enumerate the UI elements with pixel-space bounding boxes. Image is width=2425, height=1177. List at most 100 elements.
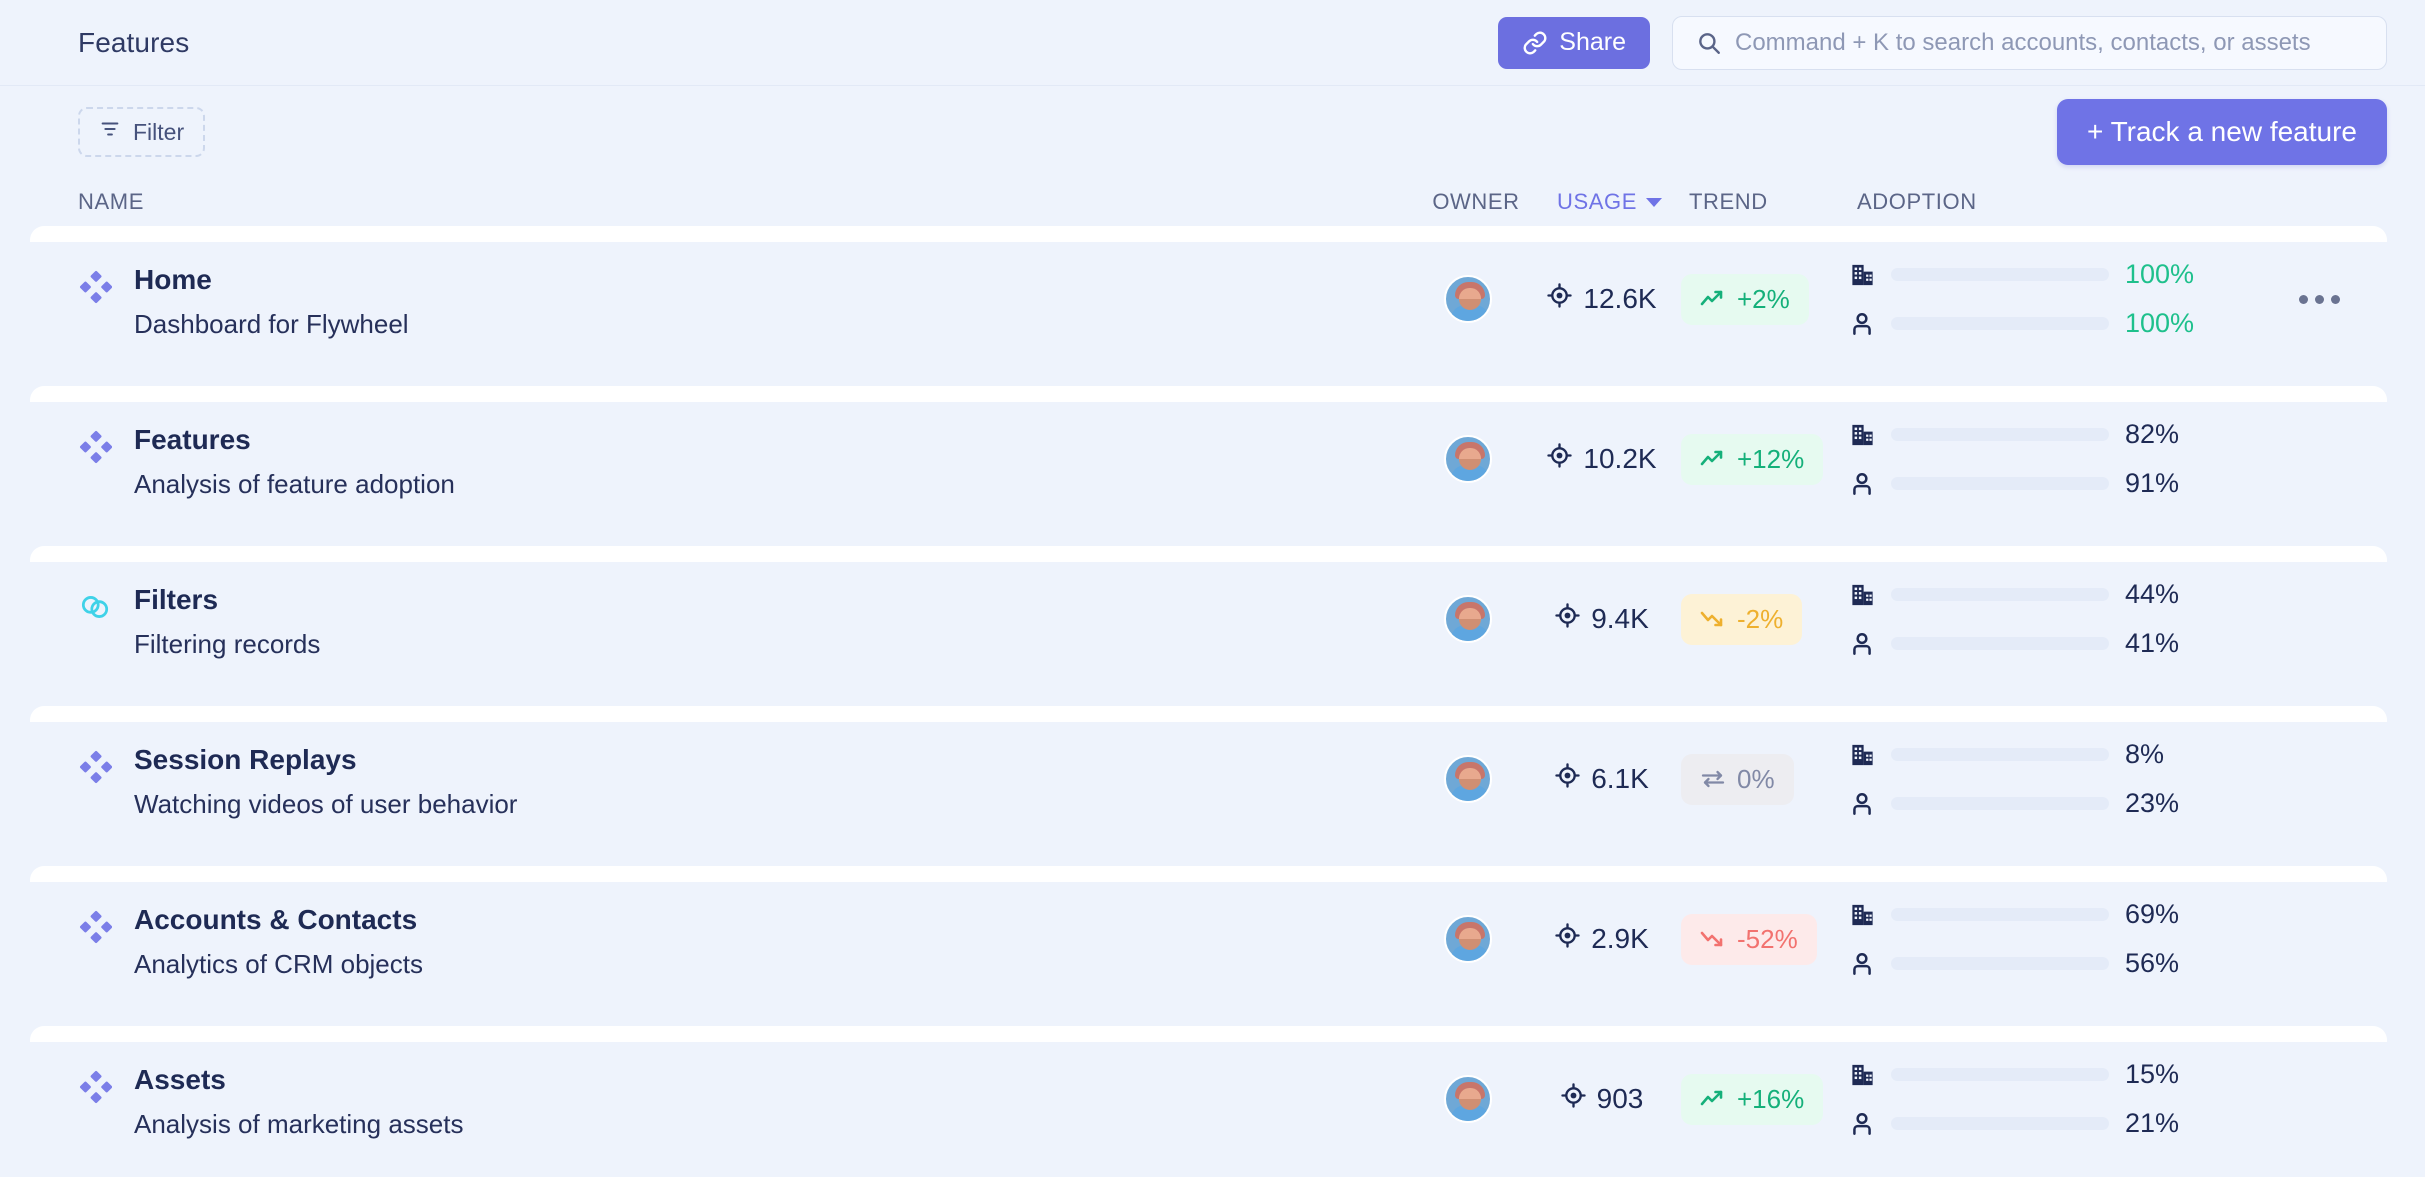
table-row[interactable]: Accounts & Contacts Analytics of CRM obj… xyxy=(30,866,2387,1012)
search-box[interactable] xyxy=(1672,15,2387,70)
adoption-bar-track xyxy=(1891,957,2109,970)
avatar[interactable] xyxy=(1444,275,1492,323)
adoption-metric: 8% xyxy=(1849,739,2259,770)
avatar[interactable] xyxy=(1444,755,1492,803)
adoption-percent: 91% xyxy=(2125,468,2180,498)
adoption-percent: 82% xyxy=(2125,419,2180,449)
toolbar: Filter + Track a new feature xyxy=(0,86,2425,178)
feature-name-cell[interactable]: Accounts & Contacts Analytics of CRM obj… xyxy=(78,898,1402,980)
usage-cell: 9.4K xyxy=(1534,602,1669,636)
trend-up-icon xyxy=(1700,288,1726,310)
avatar[interactable] xyxy=(1444,435,1492,483)
usage-value: 12.6K xyxy=(1583,283,1657,314)
adoption-cell: 82% 91% xyxy=(1839,419,2259,499)
table-row[interactable]: Assets Analysis of marketing assets 903 xyxy=(30,1026,2387,1172)
adoption-bar-track xyxy=(1891,317,2109,330)
feature-name-cell[interactable]: Assets Analysis of marketing assets xyxy=(78,1058,1402,1140)
usage-cell: 903 xyxy=(1534,1082,1669,1116)
chevron-down-icon xyxy=(1646,197,1663,207)
usage-value: 903 xyxy=(1596,1083,1644,1114)
owner-cell[interactable] xyxy=(1402,275,1534,323)
owner-cell[interactable] xyxy=(1402,915,1534,963)
feature-name: Session Replays xyxy=(134,744,357,775)
adoption-metric: 100% xyxy=(1849,308,2259,339)
adoption-bar-track xyxy=(1891,477,2109,490)
feature-description: Analysis of marketing assets xyxy=(134,1109,464,1139)
target-icon xyxy=(1546,282,1573,316)
adoption-percent: 41% xyxy=(2125,628,2180,658)
trend-value: +2% xyxy=(1737,283,1790,314)
trend-cell: 0% xyxy=(1669,753,1839,805)
diamond-cluster-icon xyxy=(78,910,113,944)
column-header-name[interactable]: NAME xyxy=(78,189,1410,215)
avatar[interactable] xyxy=(1444,915,1492,963)
diamond-cluster-icon xyxy=(78,430,113,464)
avatar[interactable] xyxy=(1444,1075,1492,1123)
adoption-cell: 44% 41% xyxy=(1839,579,2259,659)
owner-cell[interactable] xyxy=(1402,755,1534,803)
swap-arrows-icon xyxy=(1700,768,1726,790)
trend-value: 0% xyxy=(1737,763,1775,794)
table-row[interactable]: Session Replays Watching videos of user … xyxy=(30,706,2387,852)
usage-value: 9.4K xyxy=(1591,603,1649,634)
column-header-owner[interactable]: OWNER xyxy=(1410,189,1542,215)
feature-name-cell[interactable]: Filters Filtering records xyxy=(78,578,1402,660)
feature-name: Home xyxy=(134,264,212,295)
adoption-percent: 69% xyxy=(2125,899,2180,929)
feature-description: Dashboard for Flywheel xyxy=(134,309,409,339)
adoption-metric: 82% xyxy=(1849,419,2259,450)
search-input[interactable] xyxy=(1672,15,2387,70)
feature-description: Analysis of feature adoption xyxy=(134,469,455,499)
feature-name: Features xyxy=(134,424,251,455)
ellipsis-icon xyxy=(2298,294,2308,304)
owner-cell[interactable] xyxy=(1402,1075,1534,1123)
trend-cell: +16% xyxy=(1669,1073,1839,1125)
trend-value: -2% xyxy=(1737,603,1784,634)
trend-down-icon xyxy=(1700,928,1726,950)
adoption-metric: 56% xyxy=(1849,948,2259,979)
trend-badge: 0% xyxy=(1681,753,1794,805)
adoption-percent: 8% xyxy=(2125,739,2165,769)
table-row[interactable]: Features Analysis of feature adoption 10… xyxy=(30,386,2387,532)
trend-cell: +12% xyxy=(1669,433,1839,485)
row-actions-cell xyxy=(2259,1087,2379,1112)
feature-description: Watching videos of user behavior xyxy=(134,789,518,819)
table-row[interactable]: Home Dashboard for Flywheel 12.6K +2% 10… xyxy=(30,226,2387,372)
person-icon xyxy=(1849,630,1875,658)
feature-name-cell[interactable]: Home Dashboard for Flywheel xyxy=(78,258,1402,340)
trend-cell: -2% xyxy=(1669,593,1839,645)
venn-circles-icon xyxy=(78,590,112,624)
track-new-feature-button[interactable]: + Track a new feature xyxy=(2056,99,2387,165)
adoption-bar-track xyxy=(1891,268,2109,281)
trend-up-icon xyxy=(1700,448,1726,470)
usage-value: 10.2K xyxy=(1583,443,1657,474)
building-icon xyxy=(1849,741,1875,769)
building-icon xyxy=(1849,421,1875,449)
trend-value: +12% xyxy=(1737,443,1805,474)
row-more-button[interactable] xyxy=(2291,287,2348,312)
owner-cell[interactable] xyxy=(1402,435,1534,483)
feature-name-cell[interactable]: Features Analysis of feature adoption xyxy=(78,418,1402,500)
page-title: Features xyxy=(78,26,190,58)
trend-value: +16% xyxy=(1737,1083,1805,1114)
building-icon xyxy=(1849,1061,1875,1089)
column-header-trend[interactable]: TREND xyxy=(1677,189,1847,215)
adoption-percent: 56% xyxy=(2125,948,2180,978)
building-icon xyxy=(1849,261,1875,289)
share-button[interactable]: Share xyxy=(1498,16,1650,69)
trend-down-icon xyxy=(1700,608,1726,630)
filter-button[interactable]: Filter xyxy=(78,107,206,157)
adoption-bar-track xyxy=(1891,1117,2109,1130)
feature-name-cell[interactable]: Session Replays Watching videos of user … xyxy=(78,738,1402,820)
trend-badge: +2% xyxy=(1681,273,1809,325)
column-header-usage[interactable]: USAGE xyxy=(1542,189,1677,215)
avatar[interactable] xyxy=(1444,595,1492,643)
diamond-cluster-icon xyxy=(78,1070,113,1104)
feature-name: Assets xyxy=(134,1064,226,1095)
table-row[interactable]: Filters Filtering records 9.4K -2% 44% 4… xyxy=(30,546,2387,692)
row-actions-cell xyxy=(2259,767,2379,792)
column-header-adoption[interactable]: ADOPTION xyxy=(1847,189,2267,215)
owner-cell[interactable] xyxy=(1402,595,1534,643)
usage-cell: 10.2K xyxy=(1534,442,1669,476)
usage-cell: 6.1K xyxy=(1534,762,1669,796)
